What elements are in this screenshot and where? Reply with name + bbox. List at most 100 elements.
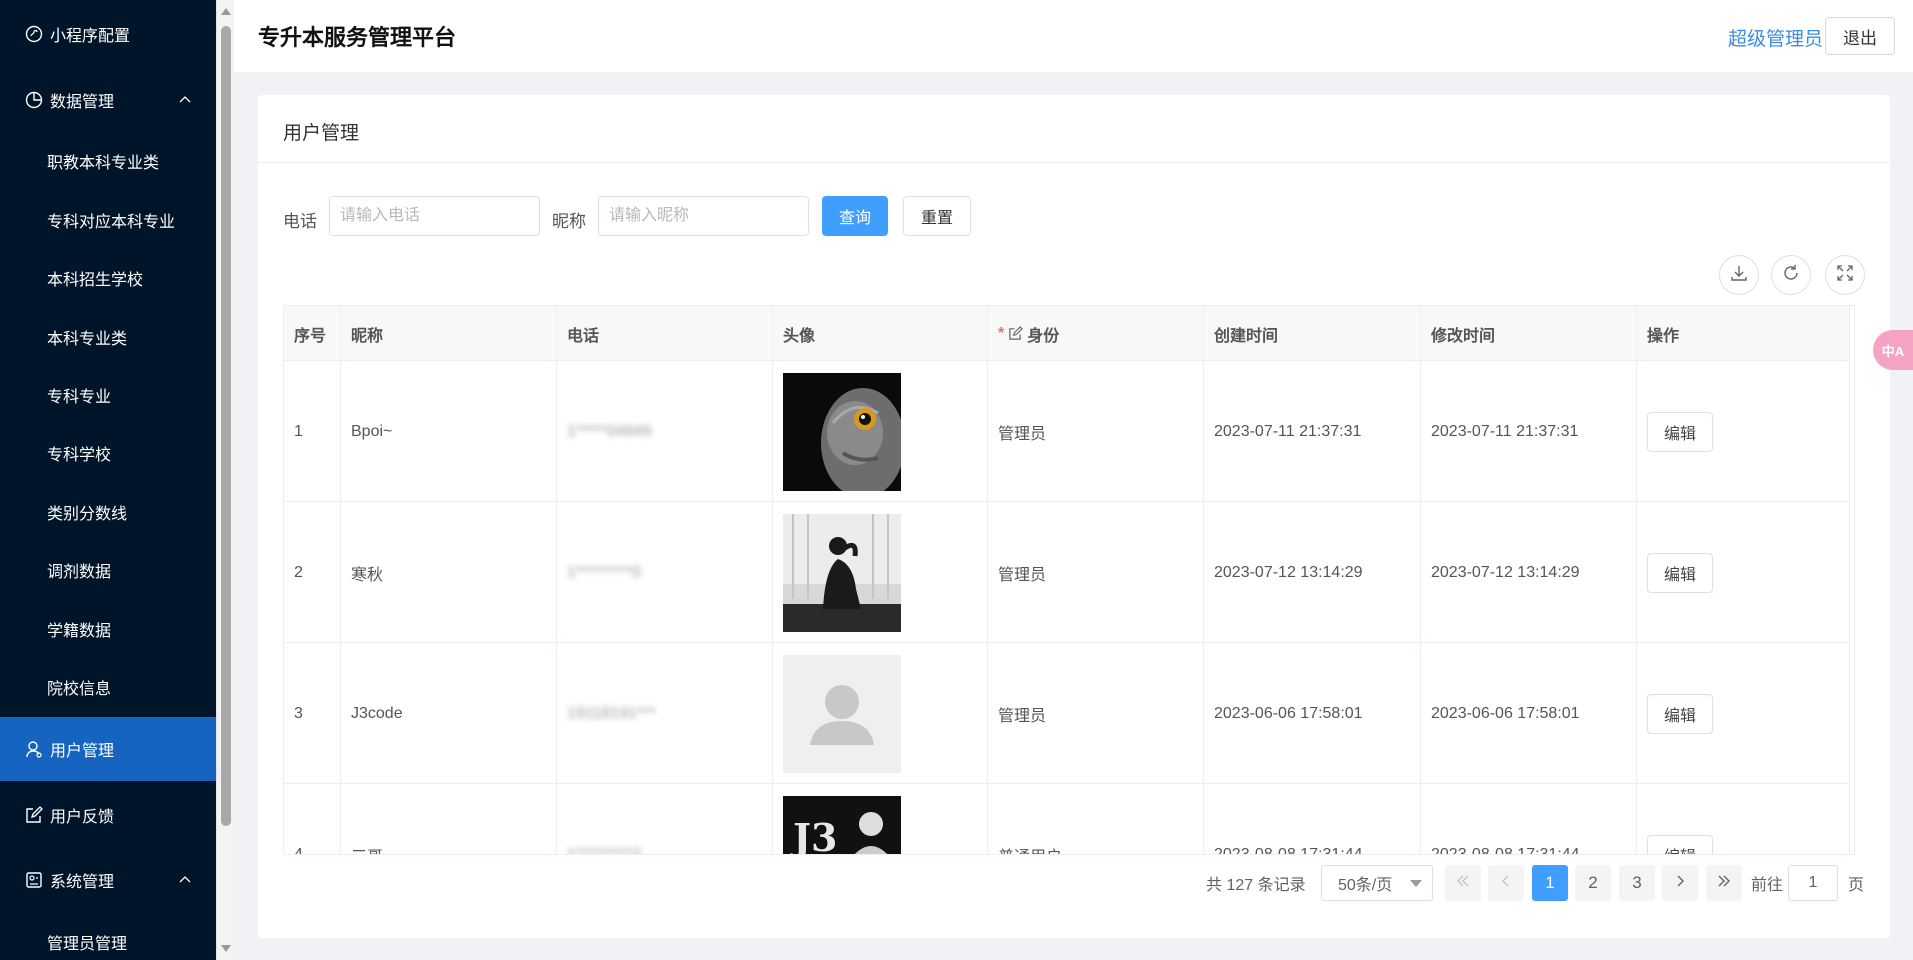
- page-button-3[interactable]: 3: [1619, 865, 1655, 901]
- sidebar-item-vocational-undergrad-major[interactable]: 职教本科专业类: [0, 141, 216, 181]
- scrollbar-thumb[interactable]: [221, 26, 231, 826]
- next-page-button[interactable]: [1662, 865, 1698, 901]
- cell-role: 管理员: [988, 643, 1204, 784]
- edit-icon: [24, 805, 44, 825]
- sidebar: 小程序配置 数据管理 职教本科专业类 专科对应本科专业 本科招生学校 本科专业类…: [0, 0, 216, 960]
- edit-button[interactable]: 编辑: [1647, 411, 1713, 452]
- nickname-input[interactable]: [598, 196, 809, 236]
- sidebar-item-label: 数据管理: [50, 94, 115, 111]
- cell-action: 编辑: [1637, 784, 1850, 854]
- phone-input[interactable]: [329, 196, 540, 236]
- table-row: 4 三哥 1*********3 J3 普通用户 2023-08-08 17:3…: [284, 784, 1850, 855]
- cell-phone: 1*********0: [557, 502, 773, 643]
- table-row: 1 Bpoi~ 1*****04949 管理员 2023-07-11 21:37…: [284, 361, 1850, 502]
- sidebar-item-college-school[interactable]: 专科学校: [0, 433, 216, 473]
- cell-phone: 19118191***: [557, 643, 773, 784]
- cell-role: 管理员: [988, 361, 1204, 502]
- sidebar-item-school-info[interactable]: 院校信息: [0, 667, 216, 707]
- total-records: 共 127 条记录: [1206, 877, 1306, 894]
- double-chevron-right-icon: [1716, 873, 1732, 894]
- phone-value: 19118191***: [567, 704, 656, 722]
- goto-page-input[interactable]: [1788, 865, 1838, 901]
- current-user-link[interactable]: 超级管理员: [1728, 24, 1823, 51]
- cell-nickname: J3code: [341, 643, 557, 784]
- nickname-label: 昵称: [552, 212, 586, 231]
- chevron-up-icon: [178, 873, 192, 887]
- column-header-phone: 电话: [557, 306, 773, 361]
- sidebar-item-undergrad-major-category[interactable]: 本科专业类: [0, 317, 216, 357]
- edit-button[interactable]: 编辑: [1647, 693, 1713, 734]
- fullscreen-button[interactable]: [1825, 255, 1865, 295]
- phone-label: 电话: [283, 212, 317, 231]
- cell-index: 4: [284, 784, 341, 854]
- edit-button[interactable]: 编辑: [1647, 552, 1713, 593]
- sidebar-item-user-feedback[interactable]: 用户反馈: [0, 795, 216, 835]
- cell-created: 2023-08-08 17:31:44: [1204, 784, 1421, 854]
- sidebar-item-college-to-undergrad-major[interactable]: 专科对应本科专业: [0, 200, 216, 240]
- table-row: 3 J3code 19118191*** 管理员 2023-06-06 17:5…: [284, 643, 1850, 784]
- required-mark: *: [998, 324, 1005, 342]
- top-header: 专升本服务管理平台 超级管理员 退出: [234, 0, 1913, 72]
- cell-index: 2: [284, 502, 341, 643]
- page-button-1[interactable]: 1: [1532, 865, 1568, 901]
- last-page-button[interactable]: [1706, 865, 1742, 901]
- sidebar-item-label: 本科招生学校: [47, 272, 144, 289]
- page-button-2[interactable]: 2: [1575, 865, 1611, 901]
- cell-avatar: [773, 361, 988, 502]
- scroll-up-arrow-icon[interactable]: [221, 8, 231, 15]
- sidebar-item-miniapp-config[interactable]: 小程序配置: [0, 14, 216, 54]
- cell-nickname: 寒秋: [341, 502, 557, 643]
- cell-modified: 2023-08-08 17:31:44: [1421, 784, 1637, 854]
- cell-phone: 1*********3: [557, 784, 773, 855]
- translate-badge[interactable]: 中A: [1873, 330, 1913, 370]
- column-header-modified: 修改时间: [1421, 306, 1637, 361]
- prev-page-button[interactable]: [1488, 865, 1524, 901]
- miniapp-icon: [24, 24, 44, 44]
- chevron-left-icon: [1498, 873, 1514, 894]
- sidebar-item-label: 院校信息: [47, 681, 112, 698]
- sidebar-item-user-management[interactable]: 用户管理: [0, 717, 216, 781]
- cell-avatar: J3: [773, 784, 988, 854]
- sidebar-scrollbar[interactable]: [216, 0, 234, 960]
- sidebar-item-category-score-line[interactable]: 类别分数线: [0, 492, 216, 532]
- first-page-button[interactable]: [1445, 865, 1481, 901]
- sidebar-item-label: 专科学校: [47, 447, 112, 464]
- page-size-select[interactable]: 50条/页: [1321, 865, 1433, 901]
- sidebar-item-label: 调剂数据: [47, 564, 112, 581]
- sidebar-item-label: 学籍数据: [47, 623, 112, 640]
- column-header-role-label: 身份: [1027, 327, 1060, 345]
- column-header-nickname: 昵称: [341, 306, 557, 361]
- sidebar-item-label: 类别分数线: [47, 506, 128, 523]
- sidebar-item-data-management[interactable]: 数据管理: [0, 80, 216, 120]
- column-header-action: 操作: [1637, 306, 1850, 361]
- cell-avatar: [773, 643, 988, 784]
- sidebar-item-system-management[interactable]: 系统管理: [0, 860, 216, 900]
- scroll-down-arrow-icon[interactable]: [221, 945, 231, 952]
- download-button[interactable]: [1719, 255, 1759, 295]
- sidebar-item-college-major[interactable]: 专科专业: [0, 375, 216, 415]
- phone-value: 1*********3: [567, 845, 641, 855]
- avatar-owl-image: [783, 372, 901, 491]
- sidebar-item-student-status-data[interactable]: 学籍数据: [0, 609, 216, 649]
- fullscreen-icon: [1836, 264, 1854, 287]
- avatar-j3-image: J3: [783, 795, 901, 854]
- cell-index: 3: [284, 643, 341, 784]
- sidebar-item-label: 本科专业类: [47, 331, 128, 348]
- cell-modified: 2023-06-06 17:58:01: [1421, 643, 1637, 784]
- table-header: 序号 昵称 电话 头像 * 身份 创建时间 修改时间 操作: [284, 306, 1850, 361]
- chevron-up-icon: [178, 93, 192, 107]
- edit-button[interactable]: 编辑: [1647, 834, 1713, 854]
- logout-button[interactable]: 退出: [1825, 17, 1895, 55]
- system-icon: [24, 870, 44, 890]
- user-table: 序号 昵称 电话 头像 * 身份 创建时间 修改时间 操作 1 Bpoi~ 1*…: [283, 305, 1855, 855]
- sidebar-item-undergrad-schools[interactable]: 本科招生学校: [0, 258, 216, 298]
- refresh-button[interactable]: [1771, 255, 1811, 295]
- sidebar-item-admin-management[interactable]: 管理员管理: [0, 922, 216, 960]
- column-header-created: 创建时间: [1204, 306, 1421, 361]
- reset-button[interactable]: 重置: [903, 196, 971, 236]
- column-header-role: * 身份: [988, 306, 1204, 361]
- chevron-right-icon: [1672, 873, 1688, 894]
- sidebar-item-adjustment-data[interactable]: 调剂数据: [0, 550, 216, 590]
- goto-label: 前往: [1751, 877, 1784, 894]
- query-button[interactable]: 查询: [822, 196, 888, 236]
